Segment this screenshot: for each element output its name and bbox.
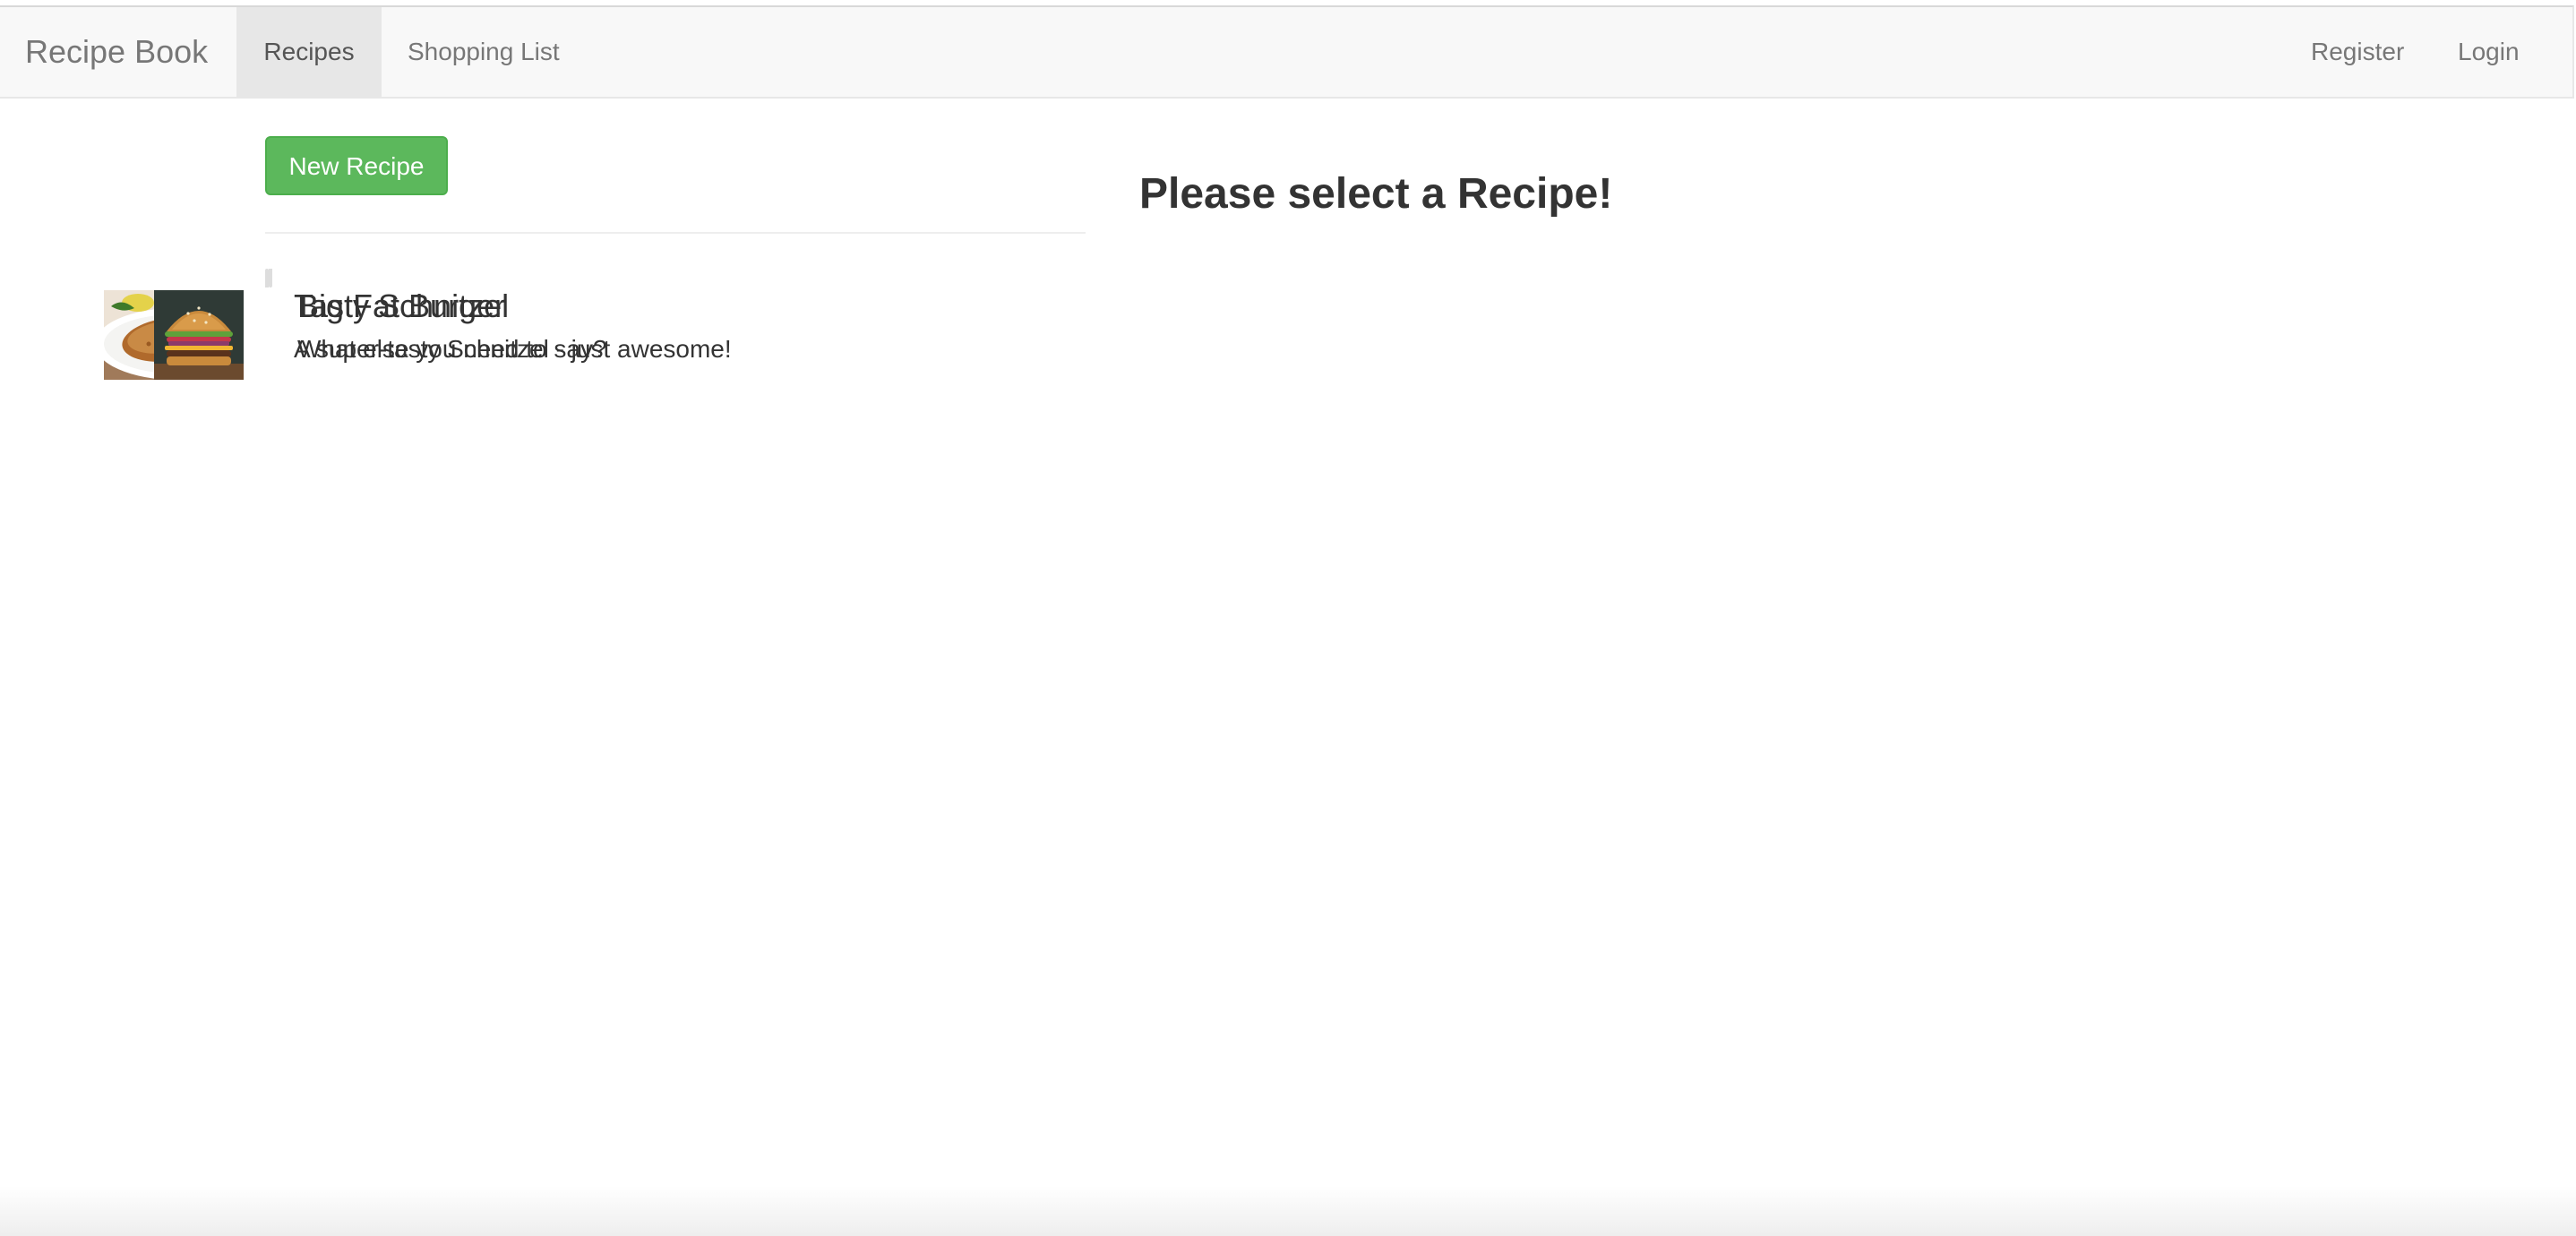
- nav-login-link[interactable]: Login: [2458, 7, 2520, 97]
- nav-shopping-list-tab[interactable]: Shopping List: [408, 7, 560, 97]
- nav-register-link[interactable]: Register: [2311, 7, 2404, 97]
- recipe-list-item[interactable]: Big Fat Burger What else you need to say…: [154, 269, 607, 380]
- recipe-list: Tasty Schnitzel A super-tasty Schnitzel …: [104, 269, 1086, 380]
- window-bottom-shadow: [0, 1186, 2576, 1236]
- burger-image: [154, 290, 244, 380]
- top-navbar: Recipe Book Recipes Shopping List Regist…: [0, 5, 2574, 99]
- select-recipe-placeholder: Please select a Recipe!: [1139, 170, 1613, 218]
- recipe-name: Big Fat Burger: [297, 288, 506, 324]
- divider: [265, 232, 1086, 234]
- nav-recipes-tab[interactable]: Recipes: [236, 7, 382, 97]
- recipe-description: What else you need to say?: [297, 335, 607, 363]
- new-recipe-button[interactable]: New Recipe: [265, 136, 448, 195]
- brand-link[interactable]: Recipe Book: [25, 7, 208, 97]
